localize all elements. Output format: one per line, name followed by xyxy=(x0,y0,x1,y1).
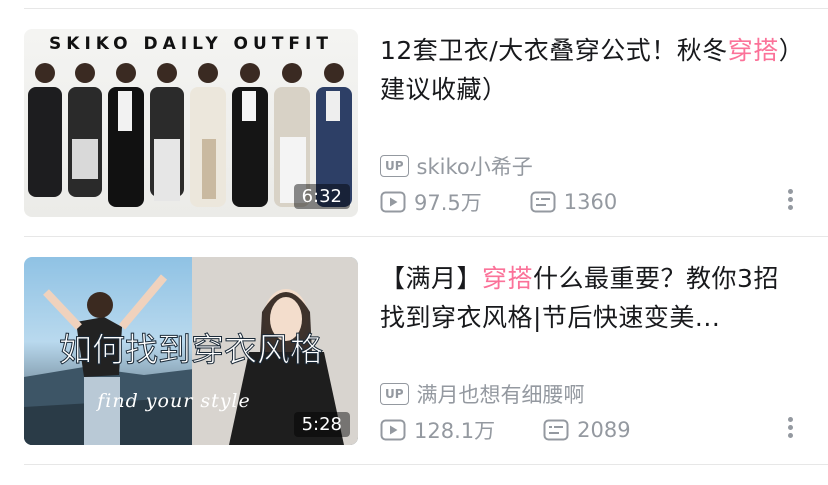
video-card[interactable]: SKIKO DAILY OUTFIT 6:32 12套卫衣/大衣叠穿公式！秋冬穿… xyxy=(0,29,828,257)
bottom-divider xyxy=(24,464,828,465)
play-count-icon xyxy=(380,419,406,441)
title-keyword-highlight: 穿搭 xyxy=(727,36,779,65)
video-duration: 5:28 xyxy=(293,412,350,437)
play-count-icon xyxy=(380,191,406,213)
comment-count: 1360 xyxy=(530,190,617,214)
danmaku-icon xyxy=(543,419,569,441)
stats-row: 97.5万 1360 xyxy=(380,187,665,217)
view-count-value: 97.5万 xyxy=(414,191,482,215)
video-title[interactable]: 【满月】穿搭什么最重要？教你3招找到穿衣风格|节后快速变美... xyxy=(380,259,800,337)
comment-count: 2089 xyxy=(543,418,631,442)
up-badge-icon: UP xyxy=(380,155,409,177)
comment-count-value: 1360 xyxy=(563,190,618,214)
title-text: 12套卫衣/大衣叠穿公式！秋冬 xyxy=(380,36,728,65)
view-count: 97.5万 xyxy=(380,187,482,217)
video-thumbnail[interactable]: SKIKO DAILY OUTFIT 6:32 xyxy=(24,29,358,217)
view-count: 128.1万 xyxy=(380,415,495,445)
video-duration: 6:32 xyxy=(293,184,350,209)
uploader-name[interactable]: skiko小希子 xyxy=(417,151,533,181)
more-vertical-icon[interactable] xyxy=(784,414,796,441)
title-text: 【满月】 xyxy=(380,264,483,293)
uploader-name[interactable]: 满月也想有细腰啊 xyxy=(417,379,585,409)
top-divider xyxy=(24,8,828,9)
uploader-row[interactable]: UP skiko小希子 xyxy=(380,151,533,181)
stats-row: 128.1万 2089 xyxy=(380,415,679,445)
thumbnail-overlay-text: 如何找到穿衣风格 xyxy=(59,330,323,369)
video-thumbnail[interactable]: 如何找到穿衣风格 find your style 5:28 xyxy=(24,257,358,445)
thumbnail-overlay-text: SKIKO DAILY OUTFIT xyxy=(49,34,333,54)
thumbnail-script-text: find your style xyxy=(95,390,251,412)
comment-count-value: 2089 xyxy=(577,418,631,442)
danmaku-icon xyxy=(530,191,556,213)
view-count-value: 128.1万 xyxy=(414,419,496,443)
more-vertical-icon[interactable] xyxy=(784,186,796,213)
card-divider xyxy=(24,236,828,237)
up-badge-icon: UP xyxy=(380,383,409,405)
video-title[interactable]: 12套卫衣/大衣叠穿公式！秋冬穿搭）建议收藏） xyxy=(380,31,800,109)
video-card[interactable]: 如何找到穿衣风格 find your style 5:28 【满月】穿搭什么最重… xyxy=(0,257,828,485)
title-keyword-highlight: 穿搭 xyxy=(482,264,534,293)
uploader-row[interactable]: UP 满月也想有细腰啊 xyxy=(380,379,585,409)
